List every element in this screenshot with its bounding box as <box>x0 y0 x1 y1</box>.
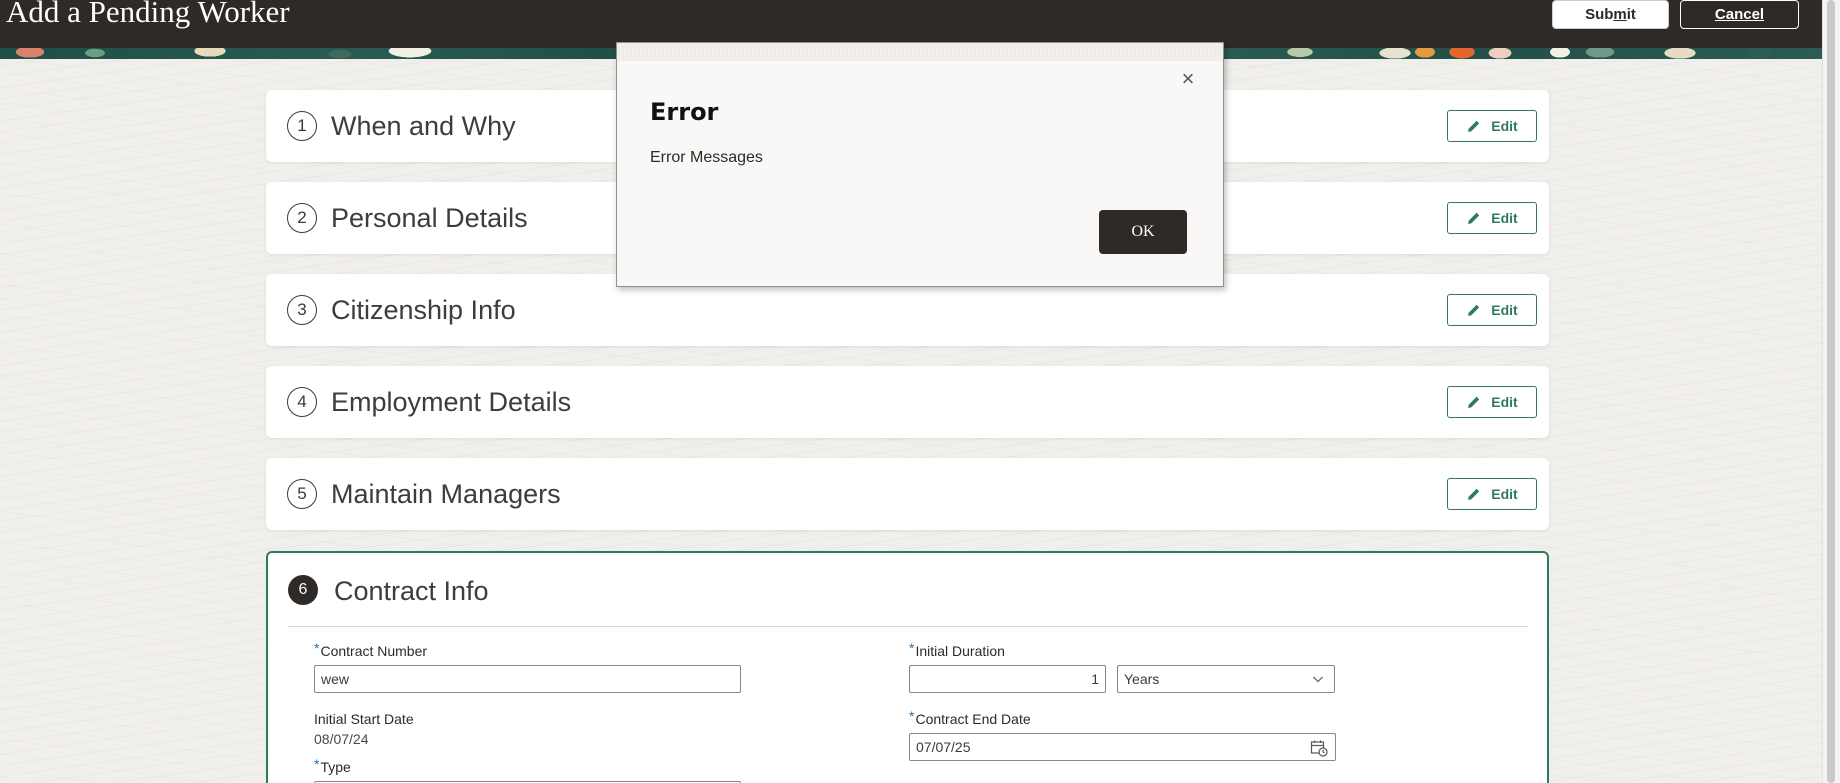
cancel-label: Cancel <box>1714 6 1765 23</box>
submit-label-post: it <box>1626 6 1636 23</box>
contract-number-label: *Contract Number <box>314 640 428 659</box>
section-title: When and Why <box>331 111 516 141</box>
contract-number-input[interactable]: wew <box>314 665 741 693</box>
pencil-icon <box>1468 120 1480 132</box>
section-title: Personal Details <box>331 203 528 233</box>
section-title: Citizenship Info <box>331 295 516 325</box>
type-label-text: Type <box>320 759 351 775</box>
dialog-title: Error <box>650 98 719 126</box>
calendar-icon[interactable] <box>1310 739 1328 757</box>
step-number: 6 <box>288 575 318 605</box>
initial-start-date-value: 08/07/24 <box>314 731 369 747</box>
duration-unit-select[interactable]: Years <box>1117 665 1335 693</box>
initial-duration-label-text: Initial Duration <box>915 643 1005 659</box>
chevron-down-icon <box>1313 676 1323 683</box>
edit-label: Edit <box>1491 210 1518 226</box>
contract-end-date-value: 07/07/25 <box>916 739 971 755</box>
contract-end-date-label: *Contract End Date <box>909 708 1031 727</box>
section-title: Maintain Managers <box>331 479 561 509</box>
edit-label: Edit <box>1491 302 1518 318</box>
edit-label: Edit <box>1491 486 1518 502</box>
pencil-icon <box>1468 212 1480 224</box>
required-marker: * <box>314 756 320 772</box>
pencil-icon <box>1468 488 1480 500</box>
initial-duration-input[interactable]: 1 <box>909 665 1106 693</box>
initial-start-date-label: Initial Start Date <box>314 711 414 727</box>
submit-label-accesskey: m <box>1613 6 1627 23</box>
close-icon[interactable]: × <box>1176 66 1200 91</box>
contract-end-date-input[interactable]: 07/07/25 <box>909 733 1336 761</box>
section-card-employment-details: 4 Employment Details Edit <box>266 366 1549 438</box>
step-number: 4 <box>287 387 317 417</box>
section-card-contract-info: 6 Contract Info *Contract Number wew Ini… <box>266 551 1549 783</box>
required-marker: * <box>314 640 320 656</box>
required-marker: * <box>909 640 915 656</box>
contract-number-label-text: Contract Number <box>320 643 428 659</box>
edit-button[interactable]: Edit <box>1447 110 1537 142</box>
pencil-icon <box>1468 396 1480 408</box>
dialog-message: Error Messages <box>650 149 763 166</box>
section-title: Employment Details <box>331 387 572 417</box>
dialog-title-bar[interactable] <box>617 43 1223 61</box>
section-card-maintain-managers: 5 Maintain Managers Edit <box>266 458 1549 530</box>
type-label: *Type <box>314 756 351 775</box>
initial-duration-value: 1 <box>1091 671 1099 687</box>
step-number: 2 <box>287 203 317 233</box>
submit-label-pre: Sub <box>1585 6 1614 23</box>
required-marker: * <box>909 708 915 724</box>
edit-label: Edit <box>1491 118 1518 134</box>
page-header: Add a Pending Worker Sub m it Cancel <box>0 0 1822 48</box>
contract-number-value: wew <box>321 671 350 687</box>
error-dialog: × Error Error Messages OK <box>616 42 1224 287</box>
initial-duration-label: *Initial Duration <box>909 640 1005 659</box>
step-number: 1 <box>287 111 317 141</box>
edit-button[interactable]: Edit <box>1447 202 1537 234</box>
duration-unit-value: Years <box>1124 671 1160 687</box>
edit-button[interactable]: Edit <box>1447 478 1537 510</box>
page-title: Add a Pending Worker <box>6 0 290 29</box>
cancel-button[interactable]: Cancel <box>1680 0 1799 29</box>
pencil-icon <box>1468 304 1480 316</box>
edit-button[interactable]: Edit <box>1447 386 1537 418</box>
ok-button[interactable]: OK <box>1099 210 1187 254</box>
edit-button[interactable]: Edit <box>1447 294 1537 326</box>
scrollbar-thumb[interactable] <box>1827 0 1835 783</box>
section-title: Contract Info <box>334 576 489 606</box>
edit-label: Edit <box>1491 394 1518 410</box>
step-number: 3 <box>287 295 317 325</box>
section-divider <box>288 626 1528 627</box>
step-number: 5 <box>287 479 317 509</box>
submit-button[interactable]: Sub m it <box>1552 0 1669 29</box>
contract-end-date-label-text: Contract End Date <box>915 711 1031 727</box>
